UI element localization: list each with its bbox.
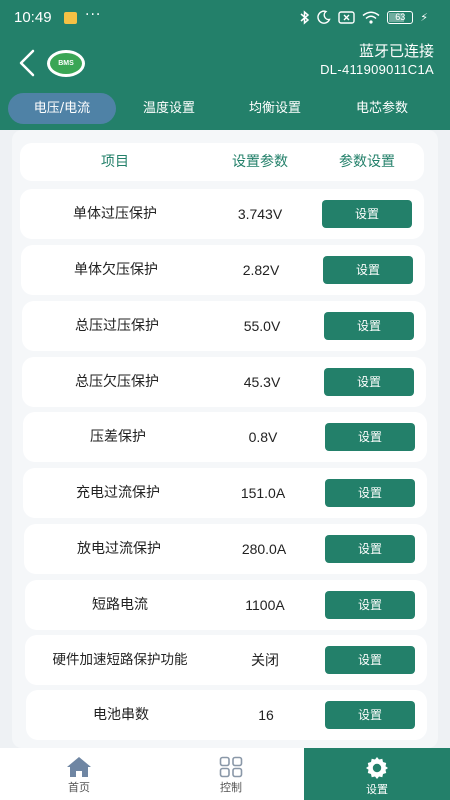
row-value: 2.82V (242, 262, 280, 278)
status-icons: 63 ⚡ (300, 8, 428, 26)
row-name: 充电过流保护 (76, 485, 160, 501)
bms-logo-text: BMS (50, 53, 82, 74)
row-name: 电池串数 (93, 707, 149, 723)
set-button[interactable]: 设置 (322, 200, 412, 228)
table-row: 放电过流保护 280.0A 设置 (24, 524, 427, 574)
battery-icon: 63 (387, 10, 414, 24)
row-value: 151.0A (240, 485, 286, 501)
row-value: 3.743V (237, 206, 283, 222)
row-value: 0.8V (248, 429, 278, 445)
row-name: 总压过压保护 (75, 318, 159, 334)
row-name: 压差保护 (90, 429, 146, 445)
row-name: 总压欠压保护 (75, 374, 159, 390)
row-value: 45.3V (243, 374, 281, 390)
wifi-icon (362, 11, 380, 24)
table-row: 短路电流 1100A 设置 (25, 580, 427, 630)
header-value: 设置参数 (232, 154, 288, 170)
row-name: 单体欠压保护 (74, 262, 158, 278)
bluetooth-status: 蓝牙已连接 (358, 42, 434, 60)
more-notifications-indicator: ··· (85, 7, 102, 23)
nav-home[interactable]: 首页 (0, 748, 158, 800)
bottom-nav: 首页 控制 设置 (0, 748, 450, 800)
moon-icon (317, 10, 331, 24)
tab-bar: 电压/电流 温度设置 均衡设置 电芯参数 (0, 93, 450, 125)
table-row: 总压过压保护 55.0V 设置 (22, 301, 426, 351)
back-button[interactable] (10, 44, 44, 82)
set-button[interactable]: 设置 (325, 646, 415, 674)
row-value: 1100A (245, 597, 285, 613)
table-row: 单体过压保护 3.743V 设置 (20, 189, 424, 239)
row-value: 55.0V (243, 318, 281, 334)
nav-home-label: 首页 (68, 781, 90, 794)
header-item: 项目 (101, 154, 129, 170)
tab-balance[interactable]: 均衡设置 (222, 93, 328, 124)
table-row: 单体欠压保护 2.82V 设置 (21, 245, 425, 295)
row-name: 硬件加速短路保护功能 (52, 652, 188, 668)
tab-voltage-current[interactable]: 电压/电流 (8, 93, 116, 124)
gear-icon (366, 757, 388, 779)
set-button[interactable]: 设置 (325, 535, 415, 563)
set-button[interactable]: 设置 (324, 312, 414, 340)
set-button[interactable]: 设置 (325, 591, 415, 619)
charging-icon: ⚡ (420, 10, 428, 24)
notification-icon (64, 12, 77, 24)
set-button[interactable]: 设置 (323, 256, 413, 284)
tab-temperature[interactable]: 温度设置 (116, 93, 222, 124)
bms-logo: BMS (47, 50, 85, 77)
table-row: 电池串数 16 设置 (26, 690, 427, 740)
status-bar: 10:49 ··· 63 ⚡ (0, 0, 450, 36)
table-header: 项目 设置参数 参数设置 (20, 143, 424, 181)
nav-control[interactable]: 控制 (158, 748, 304, 800)
chevron-left-icon (19, 49, 35, 77)
home-icon (67, 757, 91, 777)
status-time: 10:49 (14, 9, 52, 26)
row-value: 16 (258, 707, 274, 723)
table-row: 充电过流保护 151.0A 设置 (23, 468, 427, 518)
nav-settings-label: 设置 (366, 783, 388, 796)
set-button[interactable]: 设置 (325, 423, 415, 451)
sim-off-icon (338, 10, 355, 24)
bluetooth-icon (300, 9, 310, 25)
tab-cell-params[interactable]: 电芯参数 (328, 93, 436, 124)
nav-settings[interactable]: 设置 (304, 748, 450, 800)
set-button[interactable]: 设置 (324, 368, 414, 396)
row-value: 关闭 (251, 652, 279, 668)
nav-control-label: 控制 (220, 781, 242, 794)
row-name: 单体过压保护 (73, 206, 157, 222)
table-row: 硬件加速短路保护功能 关闭 设置 (25, 635, 427, 685)
device-id: DL-411909011C1A (320, 62, 434, 77)
battery-level: 63 (395, 11, 406, 22)
row-value: 280.0A (241, 541, 287, 557)
table-row: 压差保护 0.8V 设置 (23, 412, 427, 462)
grid-icon (219, 756, 243, 778)
header-action: 参数设置 (339, 154, 395, 170)
set-button[interactable]: 设置 (325, 479, 415, 507)
table-row: 总压欠压保护 45.3V 设置 (22, 357, 426, 407)
row-name: 短路电流 (92, 597, 148, 613)
settings-panel: 项目 设置参数 参数设置 单体过压保护 3.743V 设置 单体欠压保护 2.8… (12, 130, 438, 748)
set-button[interactable]: 设置 (325, 701, 415, 729)
row-name: 放电过流保护 (77, 541, 161, 557)
